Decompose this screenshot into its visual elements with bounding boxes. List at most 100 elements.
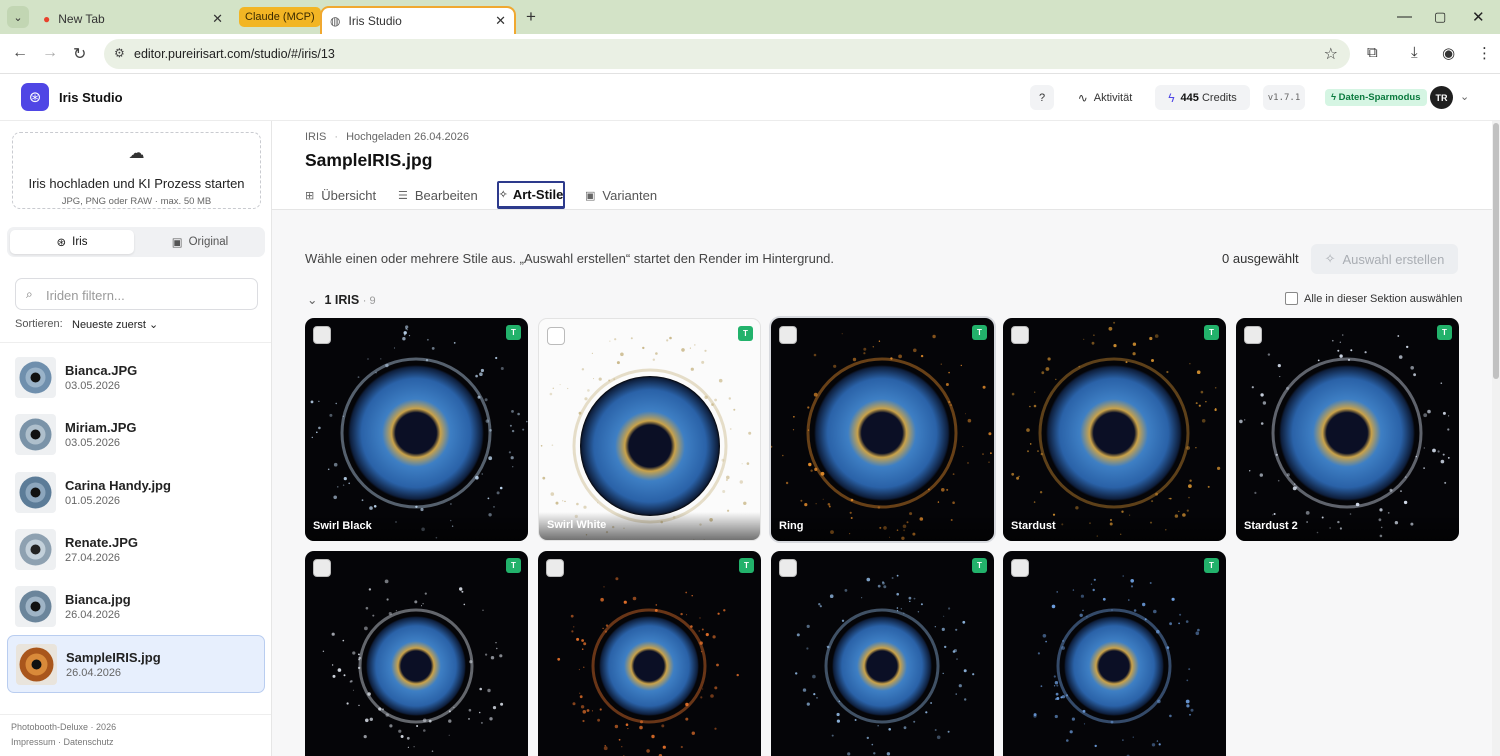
style-card[interactable]: T Stardust bbox=[1003, 318, 1226, 541]
style-badge: T bbox=[972, 325, 987, 340]
sort-select[interactable]: Neueste zuerst ⌄ bbox=[72, 318, 158, 331]
style-checkbox[interactable] bbox=[779, 326, 797, 344]
tab-edit[interactable]: ☰ Bearbeiten bbox=[398, 181, 478, 209]
style-checkbox[interactable] bbox=[1011, 326, 1029, 344]
file-thumbnail bbox=[15, 528, 56, 570]
style-label: Stardust 2 bbox=[1236, 513, 1459, 541]
close-icon[interactable]: ✕ bbox=[212, 11, 223, 27]
globe-icon: ◍ bbox=[330, 14, 341, 28]
style-label: Swirl Black bbox=[305, 513, 528, 541]
help-button[interactable]: ? bbox=[1030, 85, 1054, 110]
chevron-down-icon: ⌄ bbox=[307, 293, 318, 307]
style-checkbox[interactable] bbox=[1244, 326, 1262, 344]
minimize-icon[interactable]: — bbox=[1397, 8, 1412, 25]
style-badge: T bbox=[1204, 325, 1219, 340]
style-card[interactable]: T Swirl Black bbox=[305, 318, 528, 541]
star-icon[interactable]: ☆ bbox=[1324, 44, 1338, 64]
tab-search-chevron-down-icon[interactable]: ⌄ bbox=[7, 6, 29, 28]
sort-label: Sortieren: bbox=[15, 318, 63, 330]
style-badge: T bbox=[972, 558, 987, 573]
iris-art-image bbox=[795, 574, 975, 756]
reload-icon[interactable]: ↻ bbox=[73, 44, 86, 64]
breadcrumb-type: IRIS bbox=[305, 131, 327, 143]
tab-variants[interactable]: ▣ Varianten bbox=[585, 181, 657, 209]
omnibox[interactable]: ⚙ editor.pureirisart.com/studio/#/iris/1… bbox=[104, 39, 1350, 69]
help-icon: ? bbox=[1038, 91, 1046, 104]
style-card[interactable]: T bbox=[771, 551, 994, 756]
breadcrumb-uploaded: Hochgeladen 26.04.2026 bbox=[346, 131, 470, 143]
divider bbox=[0, 342, 271, 343]
style-card[interactable]: T bbox=[538, 551, 761, 756]
chevron-down-icon: ⌄ bbox=[149, 319, 159, 331]
create-selection-button[interactable]: ✧ Auswahl erstellen bbox=[1311, 244, 1458, 274]
style-checkbox[interactable] bbox=[1011, 559, 1029, 577]
style-card[interactable]: T Stardust 2 bbox=[1236, 318, 1459, 541]
section-title: 1 IRIS bbox=[324, 293, 360, 307]
chevron-down-icon[interactable]: ⌄ bbox=[1460, 90, 1469, 103]
instruction-text: Wähle einen oder mehrere Stile aus. „Aus… bbox=[305, 251, 834, 266]
back-icon[interactable]: ← bbox=[12, 44, 28, 62]
file-date: 01.05.2026 bbox=[65, 494, 121, 507]
list-item[interactable]: Miriam.JPG 03.05.2026 bbox=[7, 406, 265, 463]
site-info-icon[interactable]: ⚙ bbox=[114, 46, 125, 60]
new-tab-button[interactable]: + bbox=[526, 7, 536, 27]
avatar[interactable]: TR bbox=[1430, 86, 1453, 109]
list-item-selected[interactable]: SampleIRIS.jpg 26.04.2026 bbox=[7, 635, 265, 693]
activity-button[interactable]: ∿ Aktivität bbox=[1067, 85, 1143, 110]
style-checkbox[interactable] bbox=[779, 559, 797, 577]
filter-field[interactable]: ⌕ bbox=[15, 278, 258, 310]
menu-icon[interactable]: ⋮ bbox=[1477, 44, 1492, 62]
view-toggle-iris[interactable]: ⊛ Iris bbox=[10, 230, 134, 254]
select-all-checkbox[interactable]: Alle in dieser Sektion auswählen bbox=[1285, 292, 1462, 305]
forward-icon[interactable]: → bbox=[42, 44, 58, 62]
section-header[interactable]: ⌄ 1 IRIS · 9 bbox=[307, 292, 376, 307]
iris-logo-icon[interactable]: ⊛ bbox=[21, 83, 49, 111]
extensions-icon[interactable]: ⧉ bbox=[1367, 44, 1378, 61]
iris-art-image bbox=[557, 577, 739, 756]
credits-value: 445 bbox=[1180, 91, 1199, 104]
style-checkbox[interactable] bbox=[313, 559, 331, 577]
select-all-label: Alle in dieser Sektion auswählen bbox=[1304, 292, 1463, 305]
url-text[interactable]: editor.pureirisart.com/studio/#/iris/13 bbox=[134, 47, 335, 61]
tab-group-label[interactable]: Claude (MCP) bbox=[239, 7, 321, 27]
scrollbar-thumb[interactable] bbox=[1493, 123, 1499, 379]
style-card[interactable]: T Swirl White bbox=[538, 318, 761, 541]
upload-dropzone[interactable]: ☁ Iris hochladen und KI Prozess starten … bbox=[12, 132, 261, 209]
sidebar: ☁ Iris hochladen und KI Prozess starten … bbox=[0, 121, 272, 756]
tab-art-styles[interactable]: ✧ Art-Stile bbox=[497, 181, 565, 209]
data-saver-badge[interactable]: ϟ Daten-Sparmodus bbox=[1325, 89, 1427, 106]
checkbox[interactable] bbox=[1285, 292, 1298, 305]
footer-links[interactable]: Impressum · Datenschutz bbox=[11, 737, 114, 747]
tab-label: Bearbeiten bbox=[414, 187, 478, 203]
profile-icon[interactable]: ◉ bbox=[1442, 44, 1455, 62]
style-checkbox[interactable] bbox=[546, 559, 564, 577]
credits-button[interactable]: ϟ 445 Credits bbox=[1155, 85, 1250, 110]
style-card[interactable]: T bbox=[305, 551, 528, 756]
browser-tab-iris-studio[interactable]: ◍ Iris Studio ✕ bbox=[320, 6, 516, 34]
browser-tab-title: Iris Studio bbox=[348, 14, 402, 28]
sliders-icon: ☰ bbox=[398, 189, 408, 202]
list-item[interactable]: Bianca.JPG 03.05.2026 bbox=[7, 349, 265, 406]
list-item[interactable]: Bianca.jpg 26.04.2026 bbox=[7, 578, 265, 635]
scrollbar[interactable] bbox=[1492, 121, 1500, 756]
download-icon[interactable]: ⤓ bbox=[1411, 44, 1418, 61]
style-card[interactable]: T bbox=[1003, 551, 1226, 756]
view-toggle-original[interactable]: ▣ Original bbox=[138, 230, 262, 254]
close-icon[interactable]: ✕ bbox=[495, 13, 506, 29]
list-item[interactable]: Renate.JPG 27.04.2026 bbox=[7, 521, 265, 578]
style-card[interactable]: T Ring bbox=[771, 318, 994, 541]
browser-tab-new-tab[interactable]: ● New Tab ✕ bbox=[33, 4, 231, 34]
style-checkbox[interactable] bbox=[547, 327, 565, 345]
sparkle-icon: ✧ bbox=[498, 189, 508, 201]
list-item[interactable]: Carina Handy.jpg 01.05.2026 bbox=[7, 464, 265, 521]
filter-input[interactable] bbox=[46, 285, 246, 305]
address-bar: ← → ↻ ⚙ editor.pureirisart.com/studio/#/… bbox=[0, 34, 1500, 74]
style-checkbox[interactable] bbox=[313, 326, 331, 344]
maximize-icon[interactable]: ▢ bbox=[1434, 9, 1446, 25]
tab-overview[interactable]: ⊞ Übersicht bbox=[305, 181, 376, 209]
iris-art-image bbox=[310, 325, 528, 539]
upload-hint: JPG, PNG oder RAW · max. 50 MB bbox=[61, 196, 212, 207]
activity-label: Aktivität bbox=[1093, 91, 1133, 104]
search-icon: ⌕ bbox=[26, 287, 33, 301]
close-window-icon[interactable]: ✕ bbox=[1472, 8, 1485, 26]
